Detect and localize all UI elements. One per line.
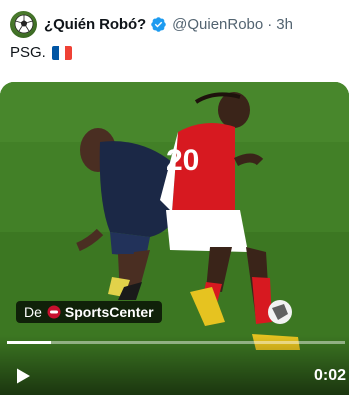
handle[interactable]: @QuienRobo — [172, 16, 263, 33]
video-duration: 0:02 — [313, 367, 346, 384]
source-name: SportsCenter — [64, 304, 154, 320]
sportscenter-logo-icon — [47, 305, 61, 319]
tweet-text: PSG. — [10, 44, 72, 61]
soccer-ball-icon — [14, 14, 33, 34]
tweet-text-body: PSG. — [10, 44, 46, 61]
progress-bar[interactable] — [7, 341, 345, 344]
tweet-header: ¿Quién Robó? @QuienRobo · 3h — [10, 10, 345, 38]
progress-fill — [7, 341, 51, 344]
verified-badge-icon — [151, 16, 166, 32]
jersey-number: 20 — [166, 144, 199, 177]
source-badge[interactable]: De SportsCenter — [16, 301, 162, 323]
france-flag-icon — [51, 45, 72, 60]
display-name[interactable]: ¿Quién Robó? — [44, 16, 146, 33]
source-prefix: De — [24, 304, 42, 320]
video-player[interactable]: 20 De SportsCenter 0:02 — [0, 82, 349, 395]
separator-dot: · — [267, 15, 273, 33]
controls-overlay — [0, 335, 349, 395]
play-icon[interactable] — [14, 367, 32, 385]
timestamp[interactable]: 3h — [276, 16, 293, 33]
avatar[interactable] — [10, 10, 37, 38]
